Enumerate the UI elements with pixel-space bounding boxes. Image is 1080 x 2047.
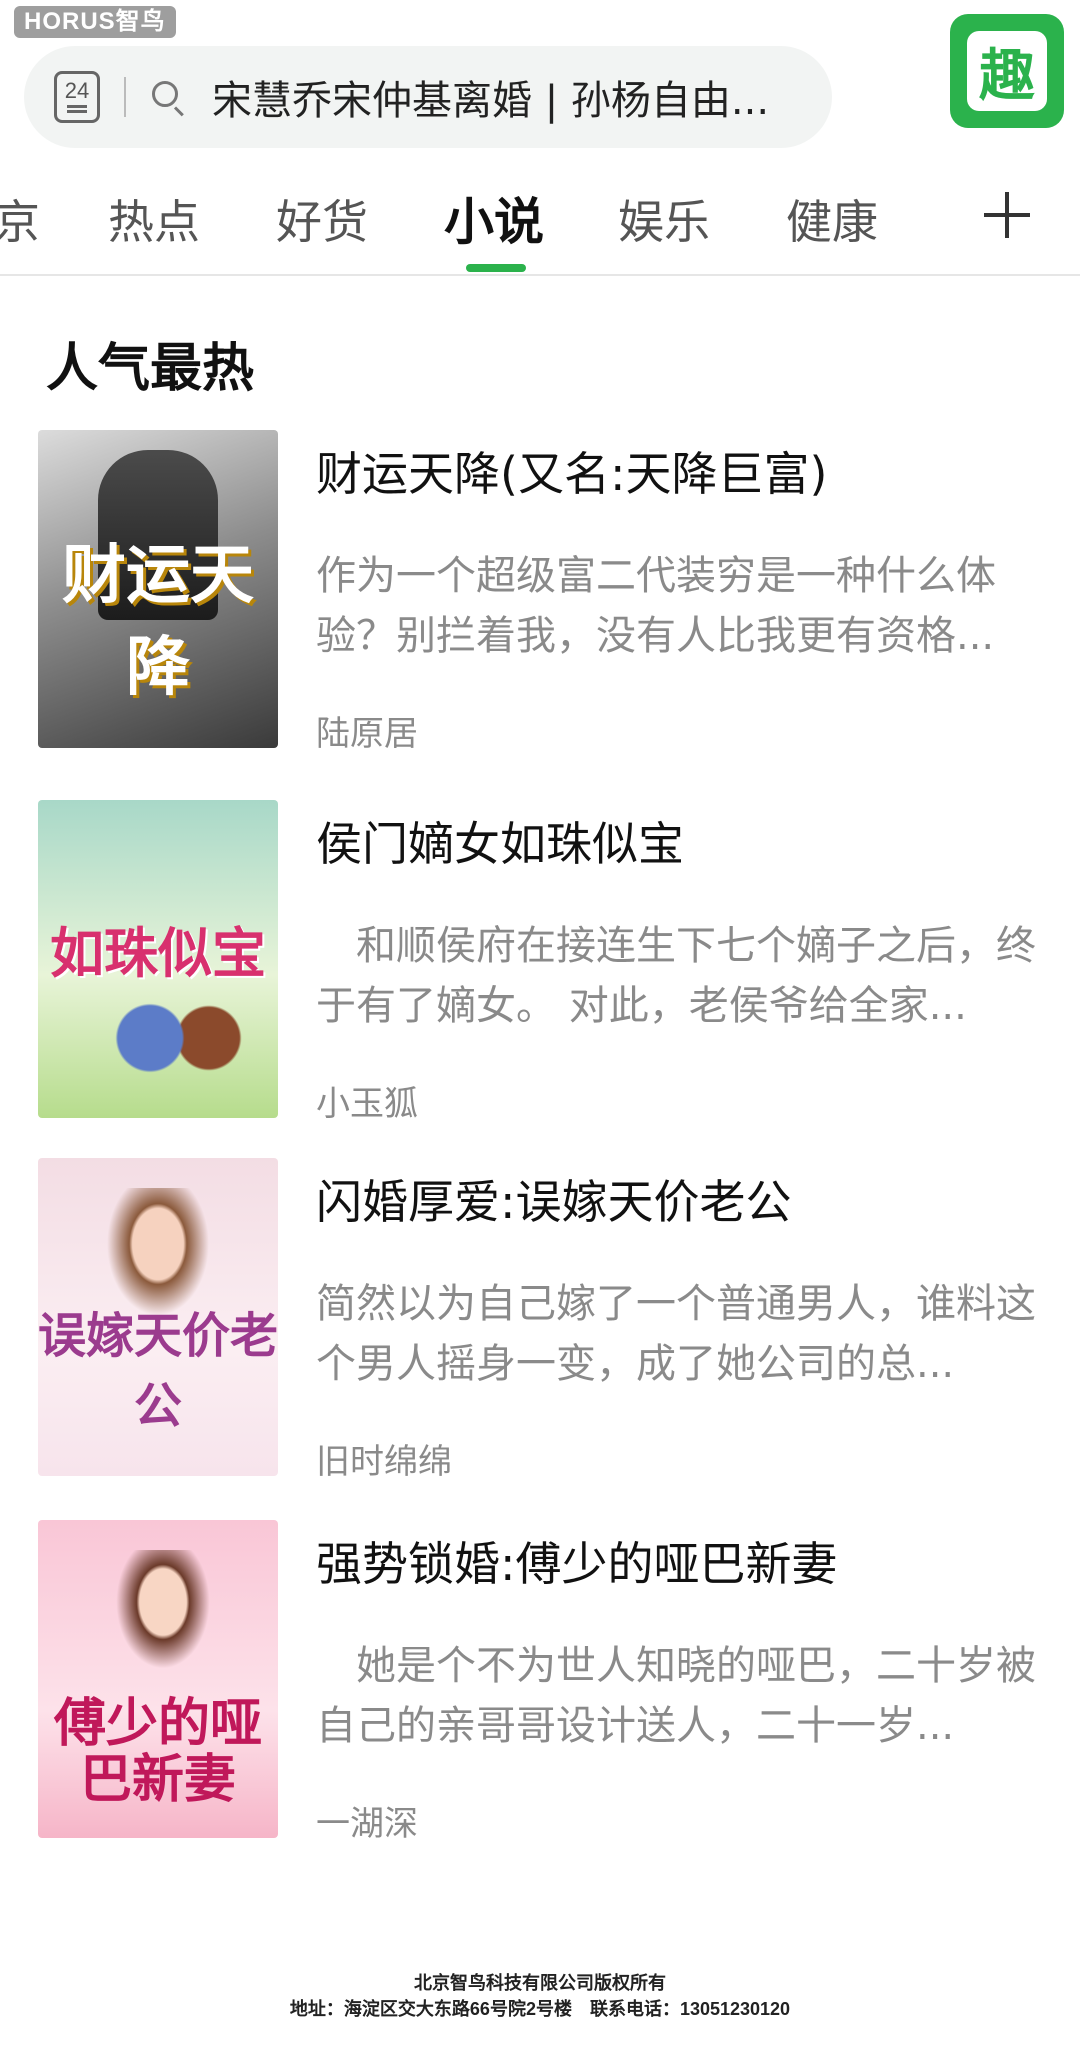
tab-novel[interactable]: 小说 — [444, 182, 544, 254]
calendar-day: 24 — [64, 78, 90, 103]
book-description: 作为一个超级富二代装穷是一种什么体验？别拦着我，没有人比我更有资格... — [316, 553, 996, 659]
cover-title: 傅少的哑巴新妻 — [53, 1693, 262, 1810]
book-item[interactable]: 如珠似宝 侯门嫡女如珠似宝 和顺侯府在接连生下七个嫡子之后，终于有了嫡女。 对此… — [38, 800, 1058, 1124]
active-tab-indicator — [466, 264, 526, 272]
search-bar[interactable]: 24 宋慧乔宋仲基离婚 | 孙杨自由... — [24, 46, 832, 148]
footer-copyright: 北京智鸟科技有限公司版权所有 — [414, 1973, 666, 1993]
book-cover[interactable]: 误嫁天价老公 — [38, 1158, 278, 1476]
cover-title: 如珠似宝 — [50, 921, 266, 985]
book-author: 陆原居 — [316, 714, 418, 754]
book-cover[interactable]: 财运天降 — [38, 430, 278, 748]
footer: 北京智鸟科技有限公司版权所有 地址：海淀区交大东路66号院2号楼 联系电话：13… — [0, 1970, 1080, 2022]
book-description: 简然以为自己嫁了一个普通男人，谁料这个男人摇身一变，成了她公司的总... — [316, 1281, 1036, 1387]
app-logo-char: 趣 — [967, 31, 1047, 111]
search-icon — [148, 77, 188, 117]
tab-health[interactable]: 健康 — [786, 186, 878, 252]
book-author: 小玉狐 — [316, 1084, 418, 1124]
tab-jing[interactable]: 京 — [0, 186, 40, 252]
app-logo-button[interactable]: 趣 — [950, 14, 1064, 128]
tab-hot[interactable]: 热点 — [108, 186, 200, 252]
book-description: 她是个不为世人知晓的哑巴，二十岁被自己的亲哥哥设计送人，二十一岁... — [316, 1643, 1036, 1749]
book-item[interactable]: 财运天降 财运天降(又名:天降巨富) 作为一个超级富二代装穷是一种什么体验？别拦… — [38, 430, 1058, 754]
cover-title: 财运天降 — [62, 538, 254, 705]
footer-address: 地址：海淀区交大东路66号院2号楼 联系电话：13051230120 — [289, 1999, 791, 2019]
section-title: 人气最热 — [46, 339, 255, 399]
book-author: 旧时绵绵 — [316, 1442, 452, 1482]
book-cover[interactable]: 如珠似宝 — [38, 800, 278, 1118]
book-title[interactable]: 财运天降(又名:天降巨富) — [316, 438, 1076, 504]
book-title[interactable]: 闪婚厚爱:误嫁天价老公 — [316, 1166, 1076, 1232]
watermark-logo: HORUS智鸟 — [14, 6, 176, 38]
search-query[interactable]: 宋慧乔宋仲基离婚 | 孙杨自由... — [212, 68, 792, 126]
calendar-icon[interactable]: 24 — [54, 71, 100, 123]
add-tab-icon[interactable] — [984, 192, 1030, 238]
book-title[interactable]: 强势锁婚:傅少的哑巴新妻 — [316, 1528, 1076, 1594]
tabs-divider — [0, 274, 1080, 276]
book-title[interactable]: 侯门嫡女如珠似宝 — [316, 808, 1076, 874]
category-tabs: 京 热点 好货 小说 娱乐 健康 — [0, 176, 1080, 276]
cover-title: 误嫁天价老公 — [38, 1308, 278, 1434]
tab-entertainment[interactable]: 娱乐 — [618, 186, 710, 252]
tab-goods[interactable]: 好货 — [276, 186, 368, 252]
book-item[interactable]: 误嫁天价老公 闪婚厚爱:误嫁天价老公 简然以为自己嫁了一个普通男人，谁料这个男人… — [38, 1158, 1058, 1482]
book-author: 一湖深 — [316, 1804, 418, 1844]
book-description: 和顺侯府在接连生下七个嫡子之后，终于有了嫡女。 对此，老侯爷给全家... — [316, 923, 1036, 1029]
search-divider — [124, 77, 126, 117]
book-item[interactable]: 傅少的哑巴新妻 强势锁婚:傅少的哑巴新妻 她是个不为世人知晓的哑巴，二十岁被自己… — [38, 1520, 1058, 1844]
book-cover[interactable]: 傅少的哑巴新妻 — [38, 1520, 278, 1838]
